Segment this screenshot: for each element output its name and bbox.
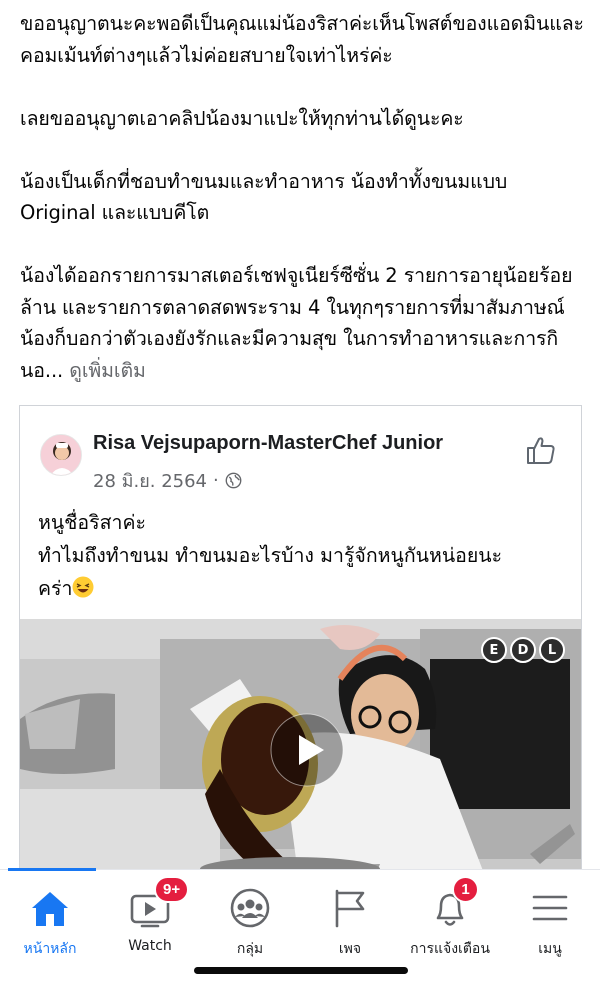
tab-label: กลุ่ม — [236, 941, 264, 957]
post-paragraph: น้องเป็นเด็กที่ชอบทำขนมและทำอาหาร น้องทำ… — [20, 169, 508, 225]
groups-icon — [230, 888, 270, 928]
video-thumbnail[interactable]: E D L — [20, 619, 581, 885]
shared-text-line-3: คร่า — [38, 572, 502, 605]
active-tab-indicator — [8, 868, 96, 871]
tab-label: เพจ — [338, 941, 362, 957]
shared-text-line: หนูชื่อริสาค่ะ — [38, 511, 146, 534]
post-paragraph: ขออนุญาตนะคะพอดีเป็นคุณแม่น้องริสาค่ะเห็… — [20, 12, 584, 67]
post-text: ขออนุญาตนะคะพอดีเป็นคุณแม่น้องริสาค่ะเห็… — [20, 8, 588, 386]
channel-logo: E D L — [481, 637, 565, 665]
shared-text-line: คร่า — [38, 577, 73, 600]
shared-post-text: หนูชื่อริสาค่ะ ทำไมถึงทำขนม ทำขนมอะไรบ้า… — [38, 506, 502, 605]
post-date[interactable]: 28 มิ.ย. 2564 — [93, 466, 207, 495]
see-more-link[interactable]: ดูเพิ่มเติม — [69, 359, 146, 382]
home-indicator[interactable] — [194, 967, 408, 974]
shared-post-card[interactable]: Risa Vejsupaporn-MasterChef Junior 28 มิ… — [19, 405, 582, 885]
tab-home[interactable]: หน้าหลัก — [0, 880, 100, 964]
tab-label: เมนู — [538, 941, 562, 957]
watch-badge: 9+ — [154, 876, 190, 903]
play-icon[interactable] — [270, 713, 344, 787]
meta-separator: · — [213, 470, 219, 491]
post-paragraph: เลยขออนุญาตเอาคลิปน้องมาแปะให้ทุกท่านได้… — [20, 106, 464, 130]
tab-groups[interactable]: กลุ่ม — [200, 880, 300, 964]
page-name[interactable]: Risa Vejsupaporn-MasterChef Junior — [93, 432, 443, 455]
flag-icon — [335, 889, 365, 928]
logo-letter: D — [510, 637, 536, 663]
post-paragraph: น้องได้ออกรายการมาสเตอร์เชฟจูเนียร์ซีซั่… — [20, 260, 588, 386]
shared-post-header: Risa Vejsupaporn-MasterChef Junior 28 มิ… — [20, 406, 581, 502]
logo-letter: E — [481, 637, 507, 663]
logo-letter: L — [539, 637, 565, 663]
post-meta: 28 มิ.ย. 2564 · — [93, 466, 242, 495]
home-icon — [32, 892, 68, 926]
tab-label: Watch — [128, 938, 172, 954]
laughing-face-emoji — [72, 576, 94, 598]
menu-icon — [532, 895, 568, 921]
tab-pages[interactable]: เพจ — [300, 880, 400, 964]
thumbs-up-icon[interactable] — [525, 434, 557, 466]
tab-label: การแจ้งเตือน — [410, 941, 490, 957]
tab-label: หน้าหลัก — [23, 941, 77, 957]
globe-icon — [225, 472, 242, 489]
tab-notifications[interactable]: 1 การแจ้งเตือน — [400, 876, 500, 964]
tab-watch[interactable]: 9+ Watch — [100, 876, 200, 964]
shared-text-line: ทำไมถึงทำขนม ทำขนมอะไรบ้าง มารู้จักหนูกั… — [38, 544, 503, 567]
tab-menu[interactable]: เมนู — [500, 880, 600, 964]
page-avatar[interactable] — [40, 434, 82, 476]
notifications-badge: 1 — [452, 876, 479, 903]
